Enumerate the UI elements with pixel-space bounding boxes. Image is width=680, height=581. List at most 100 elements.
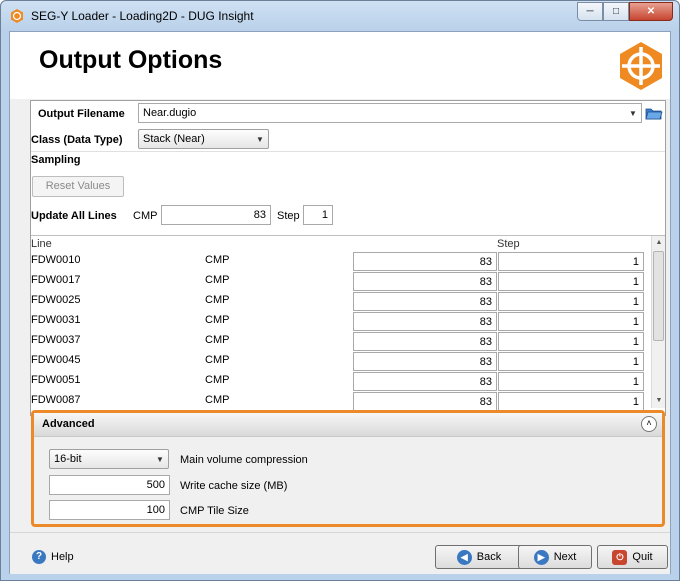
table-scrollbar[interactable]: ▲ ▼ <box>651 236 665 408</box>
line-name-cell: FDW0045 <box>31 354 81 366</box>
line-name-cell: FDW0051 <box>31 374 81 386</box>
compression-label: Main volume compression <box>180 454 308 466</box>
table-row[interactable]: FDW0037 CMP 83 1 <box>31 331 651 351</box>
wizard-footer: ? Help ◀ Back ▶ Next ⏻ Quit <box>10 532 670 574</box>
reset-values-button[interactable]: Reset Values <box>32 176 124 197</box>
line-name-cell: FDW0017 <box>31 274 81 286</box>
back-label: Back <box>476 551 502 563</box>
step-input[interactable]: 1 <box>303 205 333 225</box>
app-logo-icon <box>11 9 23 23</box>
update-all-lines-label: Update All Lines <box>31 210 117 222</box>
output-filename-combo[interactable]: Near.dugio ▼ <box>138 103 642 123</box>
step-cell-input[interactable]: 1 <box>498 392 644 411</box>
scrollbar-thumb[interactable] <box>653 251 664 341</box>
dug-logo-icon <box>620 42 662 90</box>
output-filename-label: Output Filename <box>38 108 125 120</box>
collapse-up-icon[interactable]: ˄ <box>641 416 657 432</box>
column-header-step: Step <box>497 238 520 250</box>
arrow-right-icon: ▶ <box>533 549 549 565</box>
close-icon[interactable]: ✕ <box>629 2 673 21</box>
type-cell: CMP <box>205 374 230 386</box>
tile-size-label: CMP Tile Size <box>180 505 249 517</box>
line-name-cell: FDW0087 <box>31 394 81 406</box>
type-cell: CMP <box>205 274 230 286</box>
output-filename-value: Near.dugio <box>143 107 197 119</box>
divider <box>31 151 665 152</box>
quit-button[interactable]: ⏻ Quit <box>597 545 668 569</box>
page-header: Output Options <box>10 32 670 99</box>
help-label: Help <box>51 551 74 563</box>
cmp-cell-input[interactable]: 83 <box>353 312 497 331</box>
cmp-cell-input[interactable]: 83 <box>353 372 497 391</box>
arrow-left-icon: ◀ <box>456 549 472 565</box>
page-title: Output Options <box>39 46 223 74</box>
cmp-cell-input[interactable]: 83 <box>353 392 497 411</box>
output-settings-panel: Output Filename Near.dugio ▼ Class (Data… <box>30 100 666 416</box>
class-label: Class (Data Type) <box>31 134 123 146</box>
cmp-cell-input[interactable]: 83 <box>353 272 497 291</box>
next-button[interactable]: ▶ Next <box>518 545 592 569</box>
step-cell-input[interactable]: 1 <box>498 292 644 311</box>
chevron-down-icon[interactable]: ▼ <box>625 104 641 122</box>
table-row[interactable]: FDW0025 CMP 83 1 <box>31 291 651 311</box>
type-cell: CMP <box>205 334 230 346</box>
open-folder-icon[interactable] <box>645 105 663 121</box>
next-label: Next <box>553 551 577 563</box>
sampling-label: Sampling <box>31 154 81 166</box>
window-title: SEG-Y Loader - Loading2D - DUG Insight <box>31 9 254 23</box>
back-button[interactable]: ◀ Back <box>435 545 523 569</box>
help-link[interactable]: ? Help <box>32 550 74 564</box>
step-cell-input[interactable]: 1 <box>498 272 644 291</box>
cmp-cell-input[interactable]: 83 <box>353 252 497 271</box>
compression-combo[interactable]: 16-bit ▼ <box>49 449 169 469</box>
cmp-cell-input[interactable]: 83 <box>353 352 497 371</box>
line-name-cell: FDW0037 <box>31 334 81 346</box>
advanced-header[interactable]: Advanced ˄ <box>34 413 662 437</box>
tile-size-input[interactable]: 100 <box>49 500 170 520</box>
title-bar: SEG-Y Loader - Loading2D - DUG Insight ─… <box>1 1 679 31</box>
table-row[interactable]: FDW0031 CMP 83 1 <box>31 311 651 331</box>
type-cell: CMP <box>205 314 230 326</box>
type-cell: CMP <box>205 294 230 306</box>
minimize-icon[interactable]: ─ <box>577 2 603 21</box>
lines-table: Line Step FDW0010 CMP 83 1 FDW0017 CMP 83 1 FDW0… <box>31 235 665 415</box>
column-header-line: Line <box>31 238 52 250</box>
quit-label: Quit <box>632 551 653 563</box>
table-row[interactable]: FDW0017 CMP 83 1 <box>31 271 651 291</box>
maximize-icon[interactable]: □ <box>603 2 629 21</box>
chevron-down-icon[interactable]: ▼ <box>252 130 268 148</box>
wizard-client-area: Output Options Output Filename Near.dugi… <box>9 31 671 574</box>
cmp-label: CMP <box>133 210 158 222</box>
help-icon: ? <box>32 550 46 564</box>
write-cache-input[interactable]: 500 <box>49 475 170 495</box>
class-value: Stack (Near) <box>143 133 205 145</box>
cmp-cell-input[interactable]: 83 <box>353 292 497 311</box>
line-name-cell: FDW0031 <box>31 314 81 326</box>
advanced-title: Advanced <box>42 418 95 430</box>
cmp-input[interactable]: 83 <box>161 205 271 225</box>
cmp-cell-input[interactable]: 83 <box>353 332 497 351</box>
class-combo[interactable]: Stack (Near) ▼ <box>138 129 269 149</box>
line-name-cell: FDW0010 <box>31 254 81 266</box>
chevron-down-icon[interactable]: ▼ <box>152 450 168 468</box>
type-cell: CMP <box>205 394 230 406</box>
step-cell-input[interactable]: 1 <box>498 352 644 371</box>
power-icon: ⏻ <box>612 549 628 565</box>
step-cell-input[interactable]: 1 <box>498 312 644 331</box>
step-cell-input[interactable]: 1 <box>498 332 644 351</box>
table-row[interactable]: FDW0051 CMP 83 1 <box>31 371 651 391</box>
step-cell-input[interactable]: 1 <box>498 372 644 391</box>
step-cell-input[interactable]: 1 <box>498 252 644 271</box>
table-row[interactable]: FDW0087 CMP 83 1 <box>31 391 651 411</box>
write-cache-label: Write cache size (MB) <box>180 480 288 492</box>
scroll-down-icon[interactable]: ▼ <box>652 394 666 408</box>
app-window: SEG-Y Loader - Loading2D - DUG Insight ─… <box>0 0 680 581</box>
table-row[interactable]: FDW0010 CMP 83 1 <box>31 251 651 271</box>
window-controls: ─ □ ✕ <box>577 2 673 21</box>
scroll-up-icon[interactable]: ▲ <box>652 236 666 250</box>
step-label: Step <box>277 210 300 222</box>
line-name-cell: FDW0025 <box>31 294 81 306</box>
advanced-section: Advanced ˄ 16-bit ▼ Main volume compress… <box>31 410 665 527</box>
type-cell: CMP <box>205 254 230 266</box>
table-row[interactable]: FDW0045 CMP 83 1 <box>31 351 651 371</box>
